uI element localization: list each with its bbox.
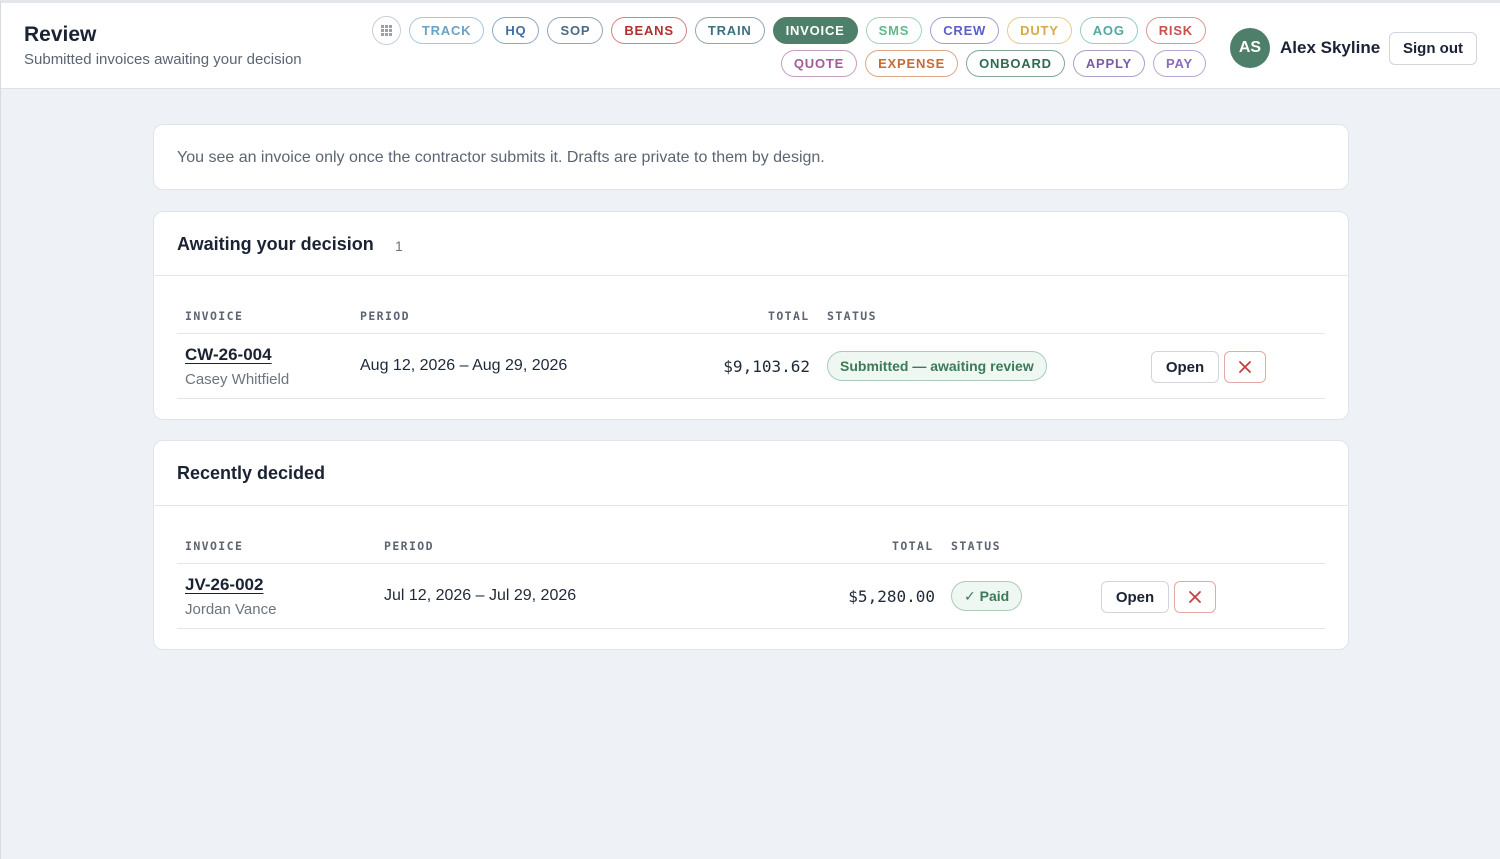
col-total: TOTAL xyxy=(892,539,934,553)
invoice-period: Jul 12, 2026 – Jul 29, 2026 xyxy=(384,587,577,604)
recent-title: Recently decided xyxy=(177,463,326,483)
awaiting-table-header: INVOICE PERIOD TOTAL STATUS xyxy=(177,276,1325,334)
nav-pill-sms[interactable]: SMS xyxy=(865,17,923,44)
awaiting-section: Awaiting your decision 1 INVOICE PERIOD … xyxy=(153,211,1349,420)
nav-pill-risk[interactable]: RISK xyxy=(1145,17,1206,44)
user-avatar[interactable]: AS xyxy=(1230,28,1270,68)
nav-pill-train[interactable]: TRAIN xyxy=(694,17,765,44)
close-icon xyxy=(1189,591,1201,603)
nav-pill-hq[interactable]: HQ xyxy=(492,17,540,44)
invoice-link[interactable]: CW-26-004 xyxy=(185,345,272,365)
contractor-name: Jordan Vance xyxy=(185,601,277,618)
page-subtitle: Submitted invoices awaiting your decisio… xyxy=(24,51,302,68)
awaiting-header: Awaiting your decision 1 xyxy=(154,212,1348,276)
col-period: PERIOD xyxy=(384,539,434,553)
status-badge: Submitted — awaiting review xyxy=(827,351,1047,381)
user-name: Alex Skyline xyxy=(1280,38,1381,57)
recent-header: Recently decided xyxy=(154,441,1348,506)
nav-pill-invoice[interactable]: INVOICE xyxy=(772,17,858,44)
nav-pill-track[interactable]: TRACK xyxy=(408,17,485,44)
nav-pill-quote[interactable]: QUOTE xyxy=(780,50,858,77)
app-nav-row-1: TRACK HQ SOP BEANS TRAIN INVOICE SMS CREW DUTY AO… xyxy=(371,16,1206,45)
awaiting-count-badge: 1 xyxy=(395,238,403,254)
page-title: Review xyxy=(24,23,97,46)
invoice-link[interactable]: JV-26-002 xyxy=(185,575,263,595)
sign-out-button[interactable]: Sign out xyxy=(1389,32,1477,65)
open-button[interactable]: Open xyxy=(1151,351,1219,383)
invoice-period: Aug 12, 2026 – Aug 29, 2026 xyxy=(360,357,568,374)
nav-pill-sop[interactable]: SOP xyxy=(547,17,604,44)
col-status: STATUS xyxy=(951,539,1001,553)
notice-text: You see an invoice only once the contrac… xyxy=(177,149,825,166)
app-nav-row-2: QUOTE EXPENSE ONBOARD APPLY PAY xyxy=(780,50,1206,77)
nav-pill-crew[interactable]: CREW xyxy=(930,17,1000,44)
info-notice: You see an invoice only once the contrac… xyxy=(153,124,1349,190)
nav-pill-onboard[interactable]: ONBOARD xyxy=(966,50,1065,77)
nav-pill-aog[interactable]: AOG xyxy=(1079,17,1138,44)
invoice-total: $9,103.62 xyxy=(723,357,810,376)
reject-button[interactable] xyxy=(1174,581,1216,613)
grid-icon[interactable] xyxy=(371,16,401,45)
status-badge: ✓ Paid xyxy=(951,581,1023,611)
reject-button[interactable] xyxy=(1224,351,1266,383)
nav-pill-beans[interactable]: BEANS xyxy=(611,17,687,44)
awaiting-title: Awaiting your decision xyxy=(177,234,374,254)
table-row: JV-26-002 Jordan Vance Jul 12, 2026 – Ju… xyxy=(177,564,1325,629)
nav-pill-apply[interactable]: APPLY xyxy=(1072,50,1146,77)
col-invoice: INVOICE xyxy=(185,309,244,323)
col-status: STATUS xyxy=(827,309,877,323)
open-button[interactable]: Open xyxy=(1101,581,1169,613)
col-total: TOTAL xyxy=(768,309,810,323)
col-invoice: INVOICE xyxy=(185,539,244,553)
top-header: Review Submitted invoices awaiting your … xyxy=(1,3,1500,89)
nav-pill-pay[interactable]: PAY xyxy=(1153,50,1206,77)
invoice-total: $5,280.00 xyxy=(848,587,935,606)
table-row: CW-26-004 Casey Whitfield Aug 12, 2026 –… xyxy=(177,334,1325,399)
close-icon xyxy=(1239,361,1251,373)
col-period: PERIOD xyxy=(360,309,410,323)
nav-pill-expense[interactable]: EXPENSE xyxy=(865,50,959,77)
nav-pill-duty[interactable]: DUTY xyxy=(1007,17,1072,44)
recent-table-header: INVOICE PERIOD TOTAL STATUS xyxy=(177,506,1325,564)
recent-section: Recently decided INVOICE PERIOD TOTAL ST… xyxy=(153,440,1349,650)
contractor-name: Casey Whitfield xyxy=(185,371,290,388)
